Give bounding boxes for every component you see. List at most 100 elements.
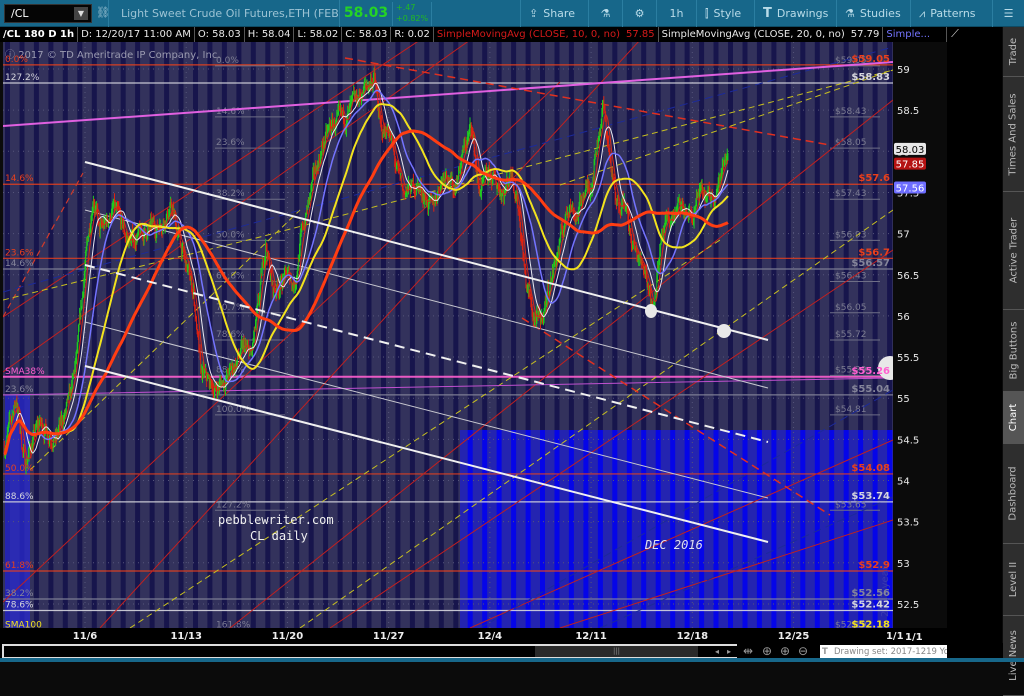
price-tick-label: 56.5 bbox=[897, 271, 919, 282]
timeframe-button[interactable]: 1h bbox=[656, 0, 696, 27]
price-tick-label: 58.5 bbox=[897, 106, 919, 117]
stripe bbox=[800, 430, 806, 628]
sidebar-tab-label: Dashboard bbox=[1008, 466, 1020, 521]
level-right-label: $54.08 bbox=[851, 463, 890, 474]
chevron-down-icon[interactable]: ▼ bbox=[74, 7, 88, 20]
fib-pct-label: 61.8% bbox=[216, 272, 245, 282]
level-right-label: $56.57 bbox=[851, 258, 890, 269]
stripe bbox=[684, 430, 690, 628]
menu-button[interactable]: ☰ bbox=[992, 0, 1024, 27]
price-tick-label: 53 bbox=[897, 559, 910, 570]
stripe bbox=[496, 430, 502, 628]
price-tick-label: 53.5 bbox=[897, 518, 919, 529]
studies-button[interactable]: ⚗ Studies bbox=[836, 0, 910, 27]
scrollbar-thumb[interactable]: ||| bbox=[535, 646, 698, 657]
crosshair-icon[interactable]: ⊕ bbox=[762, 644, 772, 658]
symbol-selector[interactable]: /CL ▼ bbox=[4, 4, 92, 23]
sidebar-tab-chart[interactable]: Chart bbox=[1003, 392, 1024, 444]
copyright: ⓘ 2017 © TD Ameritrade IP Company, Inc. bbox=[5, 49, 221, 61]
sidebar-tab-trade[interactable]: Trade bbox=[1003, 27, 1024, 77]
fib-price-label: $57.43 bbox=[835, 189, 867, 199]
zoom-in-icon[interactable]: ⊕ bbox=[780, 644, 790, 658]
sidebar-tab-label: Trade bbox=[1008, 37, 1020, 66]
level-left-label: 23.6% bbox=[5, 385, 34, 395]
price-badges: 58.03 57.85 57.56 bbox=[894, 142, 926, 195]
stripe bbox=[525, 430, 531, 628]
sidebar-tab-label: Level II bbox=[1008, 561, 1020, 598]
stripe bbox=[771, 430, 777, 628]
studies-label: Studies bbox=[859, 7, 901, 20]
info-bar: /CL 180 D 1h D: 12/20/17 11:00 AM O: 58.… bbox=[0, 27, 947, 42]
level-left-label: 50.0% bbox=[5, 464, 34, 474]
stripe bbox=[814, 430, 820, 628]
study1-name[interactable]: SimpleMovingAvg (CLOSE, 10, 0, no) bbox=[434, 27, 623, 42]
annotation-site: pebblewriter.com bbox=[218, 513, 334, 527]
date-tick-label: 11/6 bbox=[73, 631, 98, 642]
sidebar-tab-level-ii[interactable]: Level II bbox=[1003, 544, 1024, 616]
sidebar-tab-live-news[interactable]: Live News bbox=[1003, 616, 1024, 696]
date-tick-label: 11/27 bbox=[373, 631, 405, 642]
marker-circle[interactable] bbox=[645, 304, 657, 318]
zoom-out-icon[interactable]: ⊖ bbox=[798, 644, 808, 658]
expand-icon[interactable]: ⇹ bbox=[743, 644, 753, 658]
study2-name[interactable]: SimpleMovingAvg (CLOSE, 20, 0, no) bbox=[659, 27, 848, 42]
stripe bbox=[785, 430, 791, 628]
study3-name[interactable]: Simple... bbox=[883, 27, 947, 42]
level-left-label: 14.6% bbox=[5, 174, 34, 184]
drawings-button[interactable]: T Drawings bbox=[754, 0, 836, 27]
gear-icon: ⚙ bbox=[634, 7, 645, 20]
price-tick-label: 57 bbox=[897, 230, 910, 241]
flask-icon: ⚗ bbox=[600, 7, 611, 20]
level-left-label: 38.2% bbox=[5, 589, 34, 599]
settings-button[interactable]: ⚙ bbox=[622, 0, 656, 27]
date-tick-label: 12/4 bbox=[478, 631, 503, 642]
sidebar-tab-label: Big Buttons bbox=[1008, 321, 1019, 380]
scroll-right-icon[interactable]: ▸ bbox=[727, 647, 731, 656]
page-indicator: 1/1 bbox=[905, 632, 923, 643]
stripe bbox=[568, 430, 574, 628]
study1-value: 57.85 bbox=[623, 27, 659, 42]
share-label: Share bbox=[543, 7, 575, 20]
symbol-description: Light Sweet Crude Oil Futures,ETH (FEB 1… bbox=[108, 0, 340, 47]
sidebar-tab-big-buttons[interactable]: Big Buttons bbox=[1003, 310, 1024, 392]
sidebar-tab-label: Times And Sales bbox=[1008, 92, 1019, 176]
level-right-label: $52.42 bbox=[851, 600, 890, 611]
marker-circle[interactable] bbox=[717, 324, 731, 338]
date-tick-label: 11/20 bbox=[272, 631, 304, 642]
bar-range: R: 0.02 bbox=[391, 27, 434, 42]
level-right-label: $55.26 bbox=[851, 366, 890, 377]
sidebar-tab-active-trader[interactable]: Active Trader bbox=[1003, 192, 1024, 310]
annotation-period: DEC 2016 bbox=[644, 538, 703, 552]
price-tick-label: 55.5 bbox=[897, 353, 919, 364]
date-axis[interactable]: 11/6 11/13 11/20 11/27 12/4 12/11 12/18 12/25 1/… bbox=[0, 628, 947, 643]
patterns-button[interactable]: ⩘ Patterns bbox=[910, 0, 992, 27]
price-tick-label: 59 bbox=[897, 65, 910, 76]
style-button[interactable]: ⫿ Style bbox=[696, 0, 754, 27]
stripe bbox=[106, 42, 112, 628]
chart-scale-icon[interactable]: ⟋ bbox=[947, 27, 963, 42]
price-tick-label: 54 bbox=[897, 477, 910, 488]
stripe bbox=[467, 430, 473, 628]
sidebar-tab-dashboard[interactable]: Dashboard bbox=[1003, 444, 1024, 544]
price-chart[interactable]: 0.0% $59.05 14.6% $58.43 23.6% $58.05 38.2% $57… bbox=[0, 42, 947, 643]
stripe bbox=[612, 430, 618, 628]
fib-price-label: $58.43 bbox=[835, 107, 867, 117]
fib-pct-label: 127.2% bbox=[216, 500, 251, 510]
stripe bbox=[554, 430, 560, 628]
bar-close: C: 58.03 bbox=[342, 27, 392, 42]
level-left-label: 0.0% bbox=[5, 55, 28, 65]
bar-open: O: 58.03 bbox=[195, 27, 245, 42]
share-button[interactable]: ⇪ Share bbox=[520, 0, 588, 27]
scroll-left-icon[interactable]: ◂ bbox=[715, 647, 719, 656]
flask-button[interactable]: ⚗ bbox=[588, 0, 622, 27]
status-strip bbox=[0, 658, 1024, 662]
sidebar-tab-times-and-sales[interactable]: Times And Sales bbox=[1003, 77, 1024, 192]
stripe bbox=[756, 430, 762, 628]
level-right-label: $55.04 bbox=[851, 384, 890, 395]
bar-low: L: 58.02 bbox=[294, 27, 343, 42]
stripe bbox=[164, 42, 170, 628]
stripe bbox=[626, 430, 632, 628]
date-tick-label: 11/13 bbox=[170, 631, 202, 642]
fib-price-label: $54.81 bbox=[835, 405, 867, 415]
flask-icon: ⚗ bbox=[845, 7, 855, 20]
